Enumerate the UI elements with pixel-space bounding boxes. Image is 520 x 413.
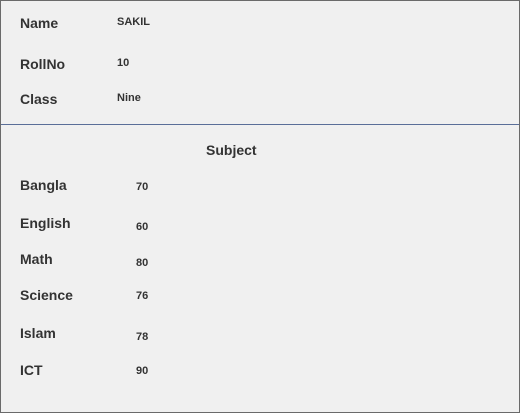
rollno-label: RollNo [20, 56, 66, 72]
subject-mark-english: 60 [136, 221, 149, 233]
class-label: Class [20, 91, 58, 107]
subject-mark-ict: 90 [136, 365, 149, 377]
subject-mark-math: 80 [136, 257, 149, 269]
report-window: Name SAKIL RollNo 10 Class Nine Subject … [0, 0, 520, 413]
class-value: Nine [117, 92, 141, 104]
subject-mark-islam: 78 [136, 331, 149, 343]
subject-label-islam: Islam [20, 325, 56, 341]
subject-mark-science: 76 [136, 290, 149, 302]
subject-label-math: Math [20, 251, 53, 267]
name-label: Name [20, 15, 59, 31]
subject-heading: Subject [206, 142, 257, 158]
subject-mark-bangla: 70 [136, 181, 149, 193]
subject-label-science: Science [20, 287, 73, 303]
subject-label-english: English [20, 215, 71, 231]
subject-label-ict: ICT [20, 362, 43, 378]
rollno-value: 10 [117, 57, 130, 69]
section-divider [1, 124, 519, 125]
subject-label-bangla: Bangla [20, 177, 67, 193]
name-value: SAKIL [117, 16, 150, 28]
